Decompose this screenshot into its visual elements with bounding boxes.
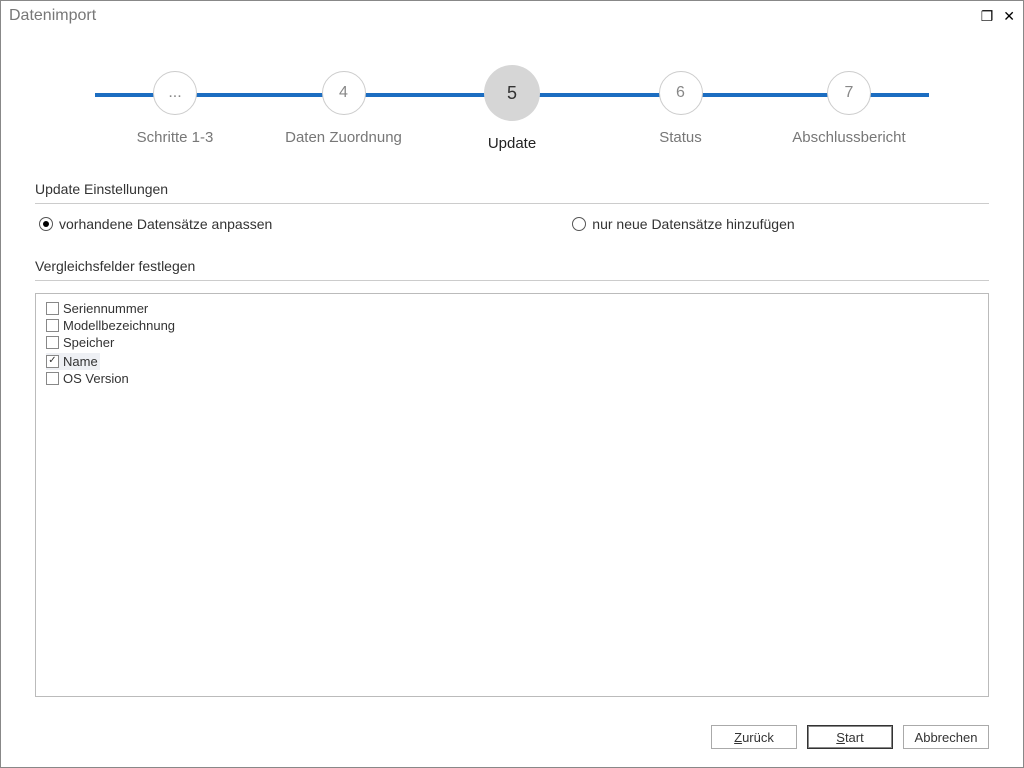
field-item-seriennummer[interactable]: Seriennummer bbox=[46, 300, 978, 317]
step-label: Abschlussbericht bbox=[792, 129, 905, 146]
radio-label: vorhandene Datensätze anpassen bbox=[59, 216, 272, 232]
step-6[interactable]: 6 Status bbox=[601, 71, 761, 152]
checkbox-icon[interactable] bbox=[46, 302, 59, 315]
step-circle: 6 bbox=[659, 71, 703, 115]
step-label: Status bbox=[659, 129, 702, 146]
cancel-button[interactable]: Abbrechen bbox=[903, 725, 989, 749]
field-label: Seriennummer bbox=[63, 301, 148, 316]
maximize-icon[interactable]: ❐ bbox=[981, 8, 994, 25]
field-label: OS Version bbox=[63, 371, 129, 386]
step-7[interactable]: 7 Abschlussbericht bbox=[769, 71, 929, 152]
field-item-modellbezeichnung[interactable]: Modellbezeichnung bbox=[46, 317, 978, 334]
step-4[interactable]: 4 Daten Zuordnung bbox=[264, 71, 424, 152]
titlebar: Datenimport ❐ ✕ bbox=[1, 1, 1023, 31]
radio-icon bbox=[572, 217, 586, 231]
radio-adjust-existing[interactable]: vorhandene Datensätze anpassen bbox=[39, 216, 272, 232]
radio-icon bbox=[39, 217, 53, 231]
back-button[interactable]: Zurück bbox=[711, 725, 797, 749]
button-label: Zurück bbox=[734, 730, 774, 745]
wizard-stepper: ... Schritte 1-3 4 Daten Zuordnung 5 Upd… bbox=[35, 71, 989, 161]
field-item-osversion[interactable]: OS Version bbox=[46, 370, 978, 387]
checkbox-icon[interactable] bbox=[46, 336, 59, 349]
compare-fields-list: Seriennummer Modellbezeichnung Speicher … bbox=[35, 293, 989, 697]
field-label: Speicher bbox=[63, 335, 114, 350]
checkbox-icon[interactable] bbox=[46, 372, 59, 385]
compare-fields-title: Vergleichsfelder festlegen bbox=[35, 258, 989, 281]
start-button[interactable]: Start bbox=[807, 725, 893, 749]
button-label: Abbrechen bbox=[915, 730, 978, 745]
checkbox-icon[interactable] bbox=[46, 355, 59, 368]
step-label: Daten Zuordnung bbox=[285, 129, 402, 146]
close-icon[interactable]: ✕ bbox=[1003, 8, 1015, 25]
field-label: Name bbox=[63, 354, 98, 369]
checkbox-icon[interactable] bbox=[46, 319, 59, 332]
field-item-speicher[interactable]: Speicher bbox=[46, 334, 978, 351]
step-5[interactable]: 5 Update bbox=[432, 71, 592, 152]
step-1-3[interactable]: ... Schritte 1-3 bbox=[95, 71, 255, 152]
radio-add-new[interactable]: nur neue Datensätze hinzufügen bbox=[572, 216, 794, 232]
step-circle: 4 bbox=[322, 71, 366, 115]
field-item-name[interactable]: Name bbox=[46, 353, 100, 370]
step-label: Schritte 1-3 bbox=[137, 129, 214, 146]
step-label: Update bbox=[488, 135, 536, 152]
step-circle: ... bbox=[153, 71, 197, 115]
step-circle: 7 bbox=[827, 71, 871, 115]
field-label: Modellbezeichnung bbox=[63, 318, 175, 333]
window-title: Datenimport bbox=[9, 7, 96, 25]
step-circle: 5 bbox=[484, 65, 540, 121]
update-settings-title: Update Einstellungen bbox=[35, 181, 989, 204]
radio-label: nur neue Datensätze hinzufügen bbox=[592, 216, 794, 232]
button-label: Start bbox=[836, 730, 863, 745]
